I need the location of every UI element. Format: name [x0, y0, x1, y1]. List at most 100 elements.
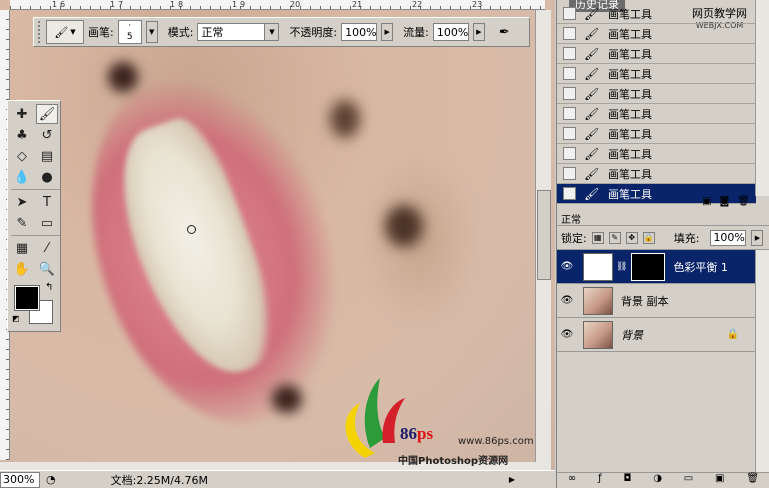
- history-scrollbar[interactable]: [755, 0, 769, 196]
- eyedropper-tool-icon[interactable]: ⁄: [36, 238, 58, 258]
- scroll-thumb[interactable]: [537, 190, 551, 280]
- eraser-tool-icon[interactable]: ◇: [11, 146, 33, 166]
- brush-size-picker[interactable]: · 5: [117, 20, 142, 44]
- watermark-url: www.86ps.com: [458, 436, 534, 447]
- status-arrow-icon[interactable]: ▶: [509, 475, 515, 484]
- history-item[interactable]: 🖌 画笔工具: [557, 44, 756, 64]
- vertical-scrollbar[interactable]: [535, 10, 551, 462]
- brush-dropdown-button[interactable]: ▼: [145, 21, 158, 43]
- horizontal-ruler[interactable]: [10, 0, 545, 10]
- layer-list: 👁 ◭ ⛓ 色彩平衡 1 👁 背景 副本 👁 背景 🔒: [557, 250, 769, 352]
- history-brush-tool-icon[interactable]: ↺: [36, 125, 58, 145]
- blur-tool-icon[interactable]: 💧: [11, 167, 33, 187]
- add-mask-icon[interactable]: ◘: [623, 473, 631, 488]
- camera-snapshot-icon[interactable]: ◙: [720, 196, 730, 212]
- history-panel: 历史记录 网页教学网 WEBJX.COM 🖌 画笔工具 🖌 画笔工具 🖌 画笔工具 🖌 画笔工具…: [556, 0, 769, 212]
- eye-icon[interactable]: 👁: [557, 261, 577, 272]
- history-snapshot-checkbox[interactable]: [563, 27, 576, 40]
- flow-slider-button[interactable]: ▶: [472, 23, 485, 41]
- history-snapshot-checkbox[interactable]: [563, 147, 576, 160]
- layer-row[interactable]: 👁 ◭ ⛓ 色彩平衡 1: [557, 250, 769, 284]
- clone-stamp-tool-icon[interactable]: ♣: [11, 125, 33, 145]
- history-snapshot-checkbox[interactable]: [563, 7, 576, 20]
- flow-input[interactable]: 100%: [432, 23, 469, 41]
- chevron-down-icon: ▼: [149, 28, 155, 36]
- ruler-mark: 8: [178, 0, 184, 9]
- blend-mode-select[interactable]: 正常: [561, 212, 581, 225]
- new-document-from-state-icon[interactable]: ▣: [702, 196, 711, 212]
- history-snapshot-checkbox[interactable]: [563, 67, 576, 80]
- type-tool-icon[interactable]: T: [36, 192, 58, 212]
- chain-link-icon[interactable]: ⛓: [616, 262, 627, 272]
- notes-tool-icon[interactable]: ▦: [11, 238, 33, 258]
- fill-slider-button[interactable]: ▶: [751, 229, 764, 246]
- zoom-tool-icon[interactable]: 🔍: [36, 259, 58, 279]
- history-snapshot-checkbox[interactable]: [563, 107, 576, 120]
- trash-icon[interactable]: 🗑: [746, 473, 759, 488]
- layer-thumbnail: [583, 286, 613, 315]
- gradient-tool-icon[interactable]: ▤: [36, 146, 58, 166]
- layers-scrollbar[interactable]: [755, 250, 769, 472]
- play-arrow-icon: ▶: [384, 28, 390, 36]
- history-item-label: 画笔工具: [608, 27, 652, 41]
- watermark-brand: 86ps: [400, 424, 434, 443]
- lock-transparent-icon[interactable]: ▦: [591, 231, 604, 244]
- lock-all-icon[interactable]: 🔒: [642, 231, 655, 244]
- opacity-input[interactable]: 100%: [341, 23, 378, 41]
- image-nose-shade: [360, 150, 480, 330]
- history-snapshot-checkbox[interactable]: [563, 127, 576, 140]
- lock-image-icon[interactable]: ✎: [608, 231, 621, 244]
- ruler-mark: 1: [110, 0, 116, 9]
- history-item[interactable]: 🖌 画笔工具: [557, 24, 756, 44]
- status-menu-icon[interactable]: ◔: [46, 473, 56, 486]
- dodge-tool-icon[interactable]: ●: [36, 167, 58, 187]
- history-item[interactable]: 🖌 画笔工具: [557, 84, 756, 104]
- swap-colors-icon[interactable]: ↰: [45, 282, 53, 293]
- brush-label: 画笔:: [88, 26, 114, 39]
- document-canvas[interactable]: 1 6 1 7 1 8 1 9 20 21 22 23 86ps www.86p…: [0, 0, 555, 470]
- fill-input[interactable]: 100%: [710, 229, 747, 246]
- opacity-slider-button[interactable]: ▶: [381, 23, 394, 41]
- rectangle-tool-icon[interactable]: ▭: [36, 213, 58, 233]
- brush-tool-icon[interactable]: 🖌: [36, 104, 58, 124]
- hand-tool-icon[interactable]: ✋: [11, 259, 33, 279]
- layer-row[interactable]: 👁 背景 副本: [557, 284, 769, 318]
- new-layer-icon[interactable]: ▣: [715, 473, 724, 488]
- link-layers-icon[interactable]: ∞: [568, 473, 576, 488]
- eye-icon[interactable]: 👁: [557, 329, 577, 340]
- layer-row[interactable]: 👁 背景 🔒: [557, 318, 769, 352]
- history-item[interactable]: 🖌 画笔工具: [557, 4, 756, 24]
- path-selection-tool-icon[interactable]: ➤: [11, 192, 33, 212]
- new-group-icon[interactable]: ▭: [684, 473, 693, 488]
- eye-icon[interactable]: 👁: [557, 295, 577, 306]
- history-item[interactable]: 🖌 画笔工具: [557, 124, 756, 144]
- history-item[interactable]: 🖌 画笔工具: [557, 64, 756, 84]
- trash-icon[interactable]: 🗑: [737, 196, 750, 212]
- adjustment-layer-icon[interactable]: ◑: [653, 473, 662, 488]
- options-bar-grip[interactable]: [38, 21, 42, 43]
- tool-preset-picker[interactable]: 🖌 ▼: [46, 20, 84, 44]
- history-snapshot-checkbox[interactable]: [563, 167, 576, 180]
- pen-tool-icon[interactable]: ✎: [11, 213, 33, 233]
- ruler-mark: 6: [60, 0, 66, 9]
- foreground-color-swatch[interactable]: [14, 285, 40, 311]
- layer-style-icon[interactable]: ƒ: [598, 473, 602, 488]
- history-item[interactable]: 🖌 画笔工具: [557, 104, 756, 124]
- zoom-level-field[interactable]: 300%: [0, 471, 40, 488]
- healing-brush-tool-icon[interactable]: ✚: [11, 104, 33, 124]
- lock-position-icon[interactable]: ✥: [625, 231, 638, 244]
- ruler-mark: 20: [290, 0, 301, 9]
- layer-mask-thumbnail[interactable]: [631, 252, 666, 281]
- mode-select[interactable]: 正常 ▼: [197, 23, 280, 41]
- brush-icon: 🖌: [584, 86, 600, 101]
- history-item[interactable]: 🖌 画笔工具: [557, 164, 756, 184]
- brush-size-value: 5: [126, 32, 133, 42]
- history-snapshot-checkbox[interactable]: [563, 47, 576, 60]
- airbrush-icon[interactable]: ✒: [499, 25, 510, 40]
- brush-icon: 🖌: [54, 25, 69, 39]
- history-snapshot-checkbox[interactable]: [563, 87, 576, 100]
- brush-icon: 🖌: [584, 6, 600, 21]
- history-item[interactable]: 🖌 画笔工具: [557, 144, 756, 164]
- watermark-caption: 中国Photoshop资源网: [398, 456, 509, 467]
- default-colors-icon[interactable]: ◩: [12, 314, 20, 323]
